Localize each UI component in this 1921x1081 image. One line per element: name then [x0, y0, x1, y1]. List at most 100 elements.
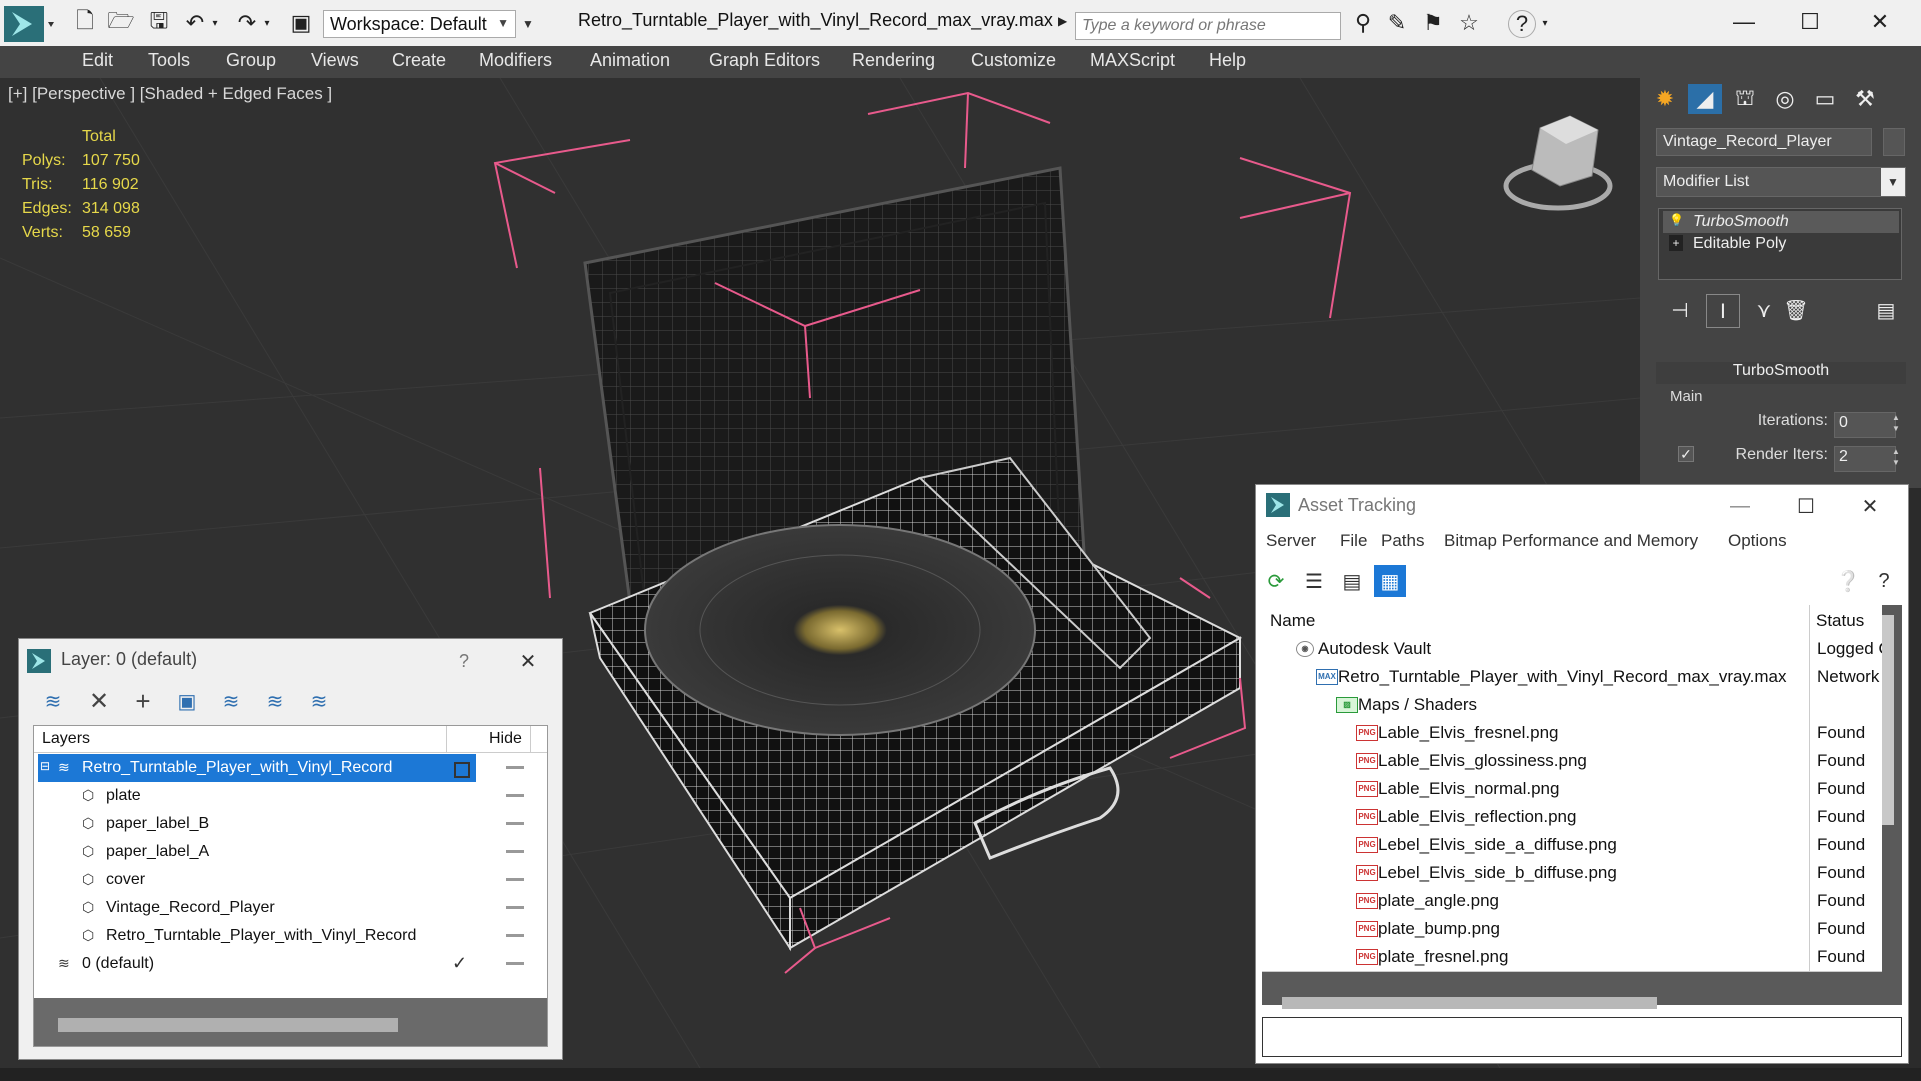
search-input[interactable]: Type a keyword or phrase: [1075, 12, 1341, 40]
spinner-arrows-icon[interactable]: ▲ ▼: [1890, 446, 1902, 468]
hide-toggle[interactable]: [506, 962, 524, 965]
layer-row[interactable]: ⬡ Vintage_Record_Player: [34, 894, 547, 922]
menu-modifiers[interactable]: Modifiers: [479, 50, 552, 74]
add-to-layer-icon[interactable]: +: [129, 686, 157, 716]
table-row[interactable]: PNG plate_bump.png Found: [1262, 915, 1882, 944]
hide-toggle[interactable]: [506, 878, 524, 881]
thumbnail-view-icon[interactable]: ▤: [1336, 565, 1368, 597]
lightbulb-icon[interactable]: 💡: [1669, 213, 1684, 229]
undo-dropdown-icon[interactable]: ▾: [208, 10, 222, 36]
new-file-icon[interactable]: 🗋: [72, 8, 98, 36]
layer-row[interactable]: ⊟ ≋ Retro_Turntable_Player_with_Vinyl_Re…: [34, 754, 547, 782]
minimize-icon[interactable]: —: [1720, 491, 1760, 521]
table-row[interactable]: PNG plate_angle.png Found: [1262, 887, 1882, 916]
close-icon[interactable]: ✕: [1850, 4, 1910, 40]
hide-toggle[interactable]: [506, 766, 524, 769]
highlight-selected-icon[interactable]: ≋: [217, 687, 245, 715]
undo-icon[interactable]: ↶: [182, 10, 208, 36]
tools-icon[interactable]: ✎: [1384, 10, 1410, 36]
menu-paths[interactable]: Paths: [1381, 531, 1424, 551]
menu-create[interactable]: Create: [392, 50, 446, 74]
table-row[interactable]: PNG Lable_Elvis_reflection.png Found: [1262, 803, 1882, 832]
app-logo-icon[interactable]: [4, 6, 56, 42]
hide-toggle[interactable]: [506, 934, 524, 937]
table-view-icon[interactable]: ▦: [1374, 565, 1406, 597]
viewcube-icon[interactable]: [1503, 115, 1613, 211]
hierarchy-tab-icon[interactable]: ⛫: [1728, 84, 1762, 114]
freeze-unfreeze-all-icon[interactable]: ≋: [305, 687, 333, 715]
vault-help-icon[interactable]: ❔: [1832, 565, 1864, 597]
viewport-label[interactable]: [+] [Perspective ] [Shaded + Edged Faces…: [8, 84, 332, 104]
refresh-icon[interactable]: ⟳: [1260, 565, 1292, 597]
column-header-hide[interactable]: Hide: [489, 730, 522, 748]
table-row[interactable]: PNG Lebel_Elvis_side_b_diffuse.png Found: [1262, 859, 1882, 888]
table-row[interactable]: ▨ Maps / Shaders: [1262, 691, 1882, 720]
layer-row[interactable]: ⬡ Retro_Turntable_Player_with_Vinyl_Reco…: [34, 922, 547, 950]
column-header-name[interactable]: Name: [1262, 605, 1810, 635]
binoculars-icon[interactable]: ⚲: [1350, 10, 1376, 36]
configure-sets-icon[interactable]: ▤: [1870, 294, 1902, 326]
vertical-scrollbar[interactable]: [1882, 615, 1894, 825]
redo-icon[interactable]: ↷: [234, 10, 260, 36]
hide-toggle[interactable]: [506, 822, 524, 825]
collapse-minus-icon[interactable]: ⊟: [40, 759, 58, 777]
table-row[interactable]: ◉ Autodesk Vault Logged O: [1262, 635, 1892, 664]
menu-tools[interactable]: Tools: [148, 50, 190, 74]
pin-stack-icon[interactable]: ⊣: [1664, 294, 1696, 326]
hide-toggle[interactable]: [506, 850, 524, 853]
table-row[interactable]: MAX Retro_Turntable_Player_with_Vinyl_Re…: [1262, 663, 1882, 692]
stack-item-turbosmooth[interactable]: 💡 TurboSmooth: [1663, 211, 1899, 233]
object-name-field[interactable]: Vintage_Record_Player: [1656, 128, 1872, 156]
checkmark-icon[interactable]: ✓: [452, 953, 470, 973]
table-row[interactable]: PNG Lebel_Elvis_side_a_diffuse.png Found: [1262, 831, 1882, 860]
menu-customize[interactable]: Customize: [971, 50, 1056, 74]
menu-maxscript[interactable]: MAXScript: [1090, 50, 1175, 74]
render-iters-checkbox[interactable]: ✓: [1678, 446, 1694, 462]
hide-toggle[interactable]: [506, 794, 524, 797]
horizontal-scrollbar[interactable]: [58, 1018, 398, 1032]
search-expand-icon[interactable]: ▶: [1058, 14, 1070, 34]
menu-graph-editors[interactable]: Graph Editors: [709, 50, 820, 74]
list-view-icon[interactable]: ☰: [1298, 565, 1330, 597]
menu-group[interactable]: Group: [226, 50, 276, 74]
spinner-arrows-icon[interactable]: ▲ ▼: [1890, 412, 1902, 434]
modifier-list-dropdown[interactable]: Modifier List ▼: [1656, 167, 1906, 197]
menu-help[interactable]: Help: [1209, 50, 1246, 74]
menu-rendering[interactable]: Rendering: [852, 50, 935, 74]
turbosmooth-rollout-header[interactable]: TurboSmooth: [1656, 362, 1906, 384]
sign-in-icon[interactable]: ⚑: [1420, 10, 1446, 36]
workspace-menu-icon[interactable]: ▼: [518, 10, 538, 38]
create-tab-icon[interactable]: ✹: [1648, 84, 1682, 114]
project-folder-icon[interactable]: ▣: [288, 10, 314, 36]
delete-layer-icon[interactable]: ✕: [85, 687, 113, 715]
menu-edit[interactable]: Edit: [82, 50, 113, 74]
minimize-icon[interactable]: —: [1714, 4, 1774, 40]
motion-tab-icon[interactable]: ◎: [1768, 84, 1802, 114]
column-header-layers[interactable]: Layers: [42, 730, 90, 748]
stack-item-editable-poly[interactable]: + Editable Poly: [1663, 233, 1899, 255]
new-layer-icon[interactable]: ≋: [39, 687, 67, 715]
help-icon[interactable]: ?: [449, 647, 479, 675]
close-icon[interactable]: ✕: [1850, 491, 1890, 521]
current-layer-box-icon[interactable]: [454, 762, 470, 778]
menu-file[interactable]: File: [1340, 531, 1367, 551]
workspace-select[interactable]: Workspace: Default ▼: [323, 10, 516, 38]
iterations-spinner[interactable]: 0: [1834, 412, 1896, 438]
show-end-result-icon[interactable]: Ⅰ: [1706, 294, 1740, 328]
help-dropdown-icon[interactable]: ▾: [1538, 10, 1552, 36]
table-row[interactable]: PNG plate_fresnel.png Found: [1262, 943, 1882, 972]
maximize-icon[interactable]: ☐: [1786, 491, 1826, 521]
utilities-tab-icon[interactable]: ⚒: [1848, 84, 1882, 114]
select-objects-icon[interactable]: ▣: [173, 687, 201, 715]
table-row[interactable]: PNG Lable_Elvis_normal.png Found: [1262, 775, 1882, 804]
favorites-star-icon[interactable]: ☆: [1456, 10, 1482, 36]
remove-modifier-icon[interactable]: 🗑: [1780, 294, 1812, 326]
object-color-swatch[interactable]: [1883, 128, 1905, 156]
asset-path-field[interactable]: [1262, 1017, 1902, 1057]
horizontal-scrollbar[interactable]: [1282, 997, 1657, 1009]
display-tab-icon[interactable]: ▭: [1808, 84, 1842, 114]
help-icon[interactable]: ?: [1868, 565, 1900, 597]
redo-dropdown-icon[interactable]: ▾: [260, 10, 274, 36]
open-file-icon[interactable]: 🗁: [107, 8, 134, 36]
menu-options[interactable]: Options: [1728, 531, 1787, 551]
